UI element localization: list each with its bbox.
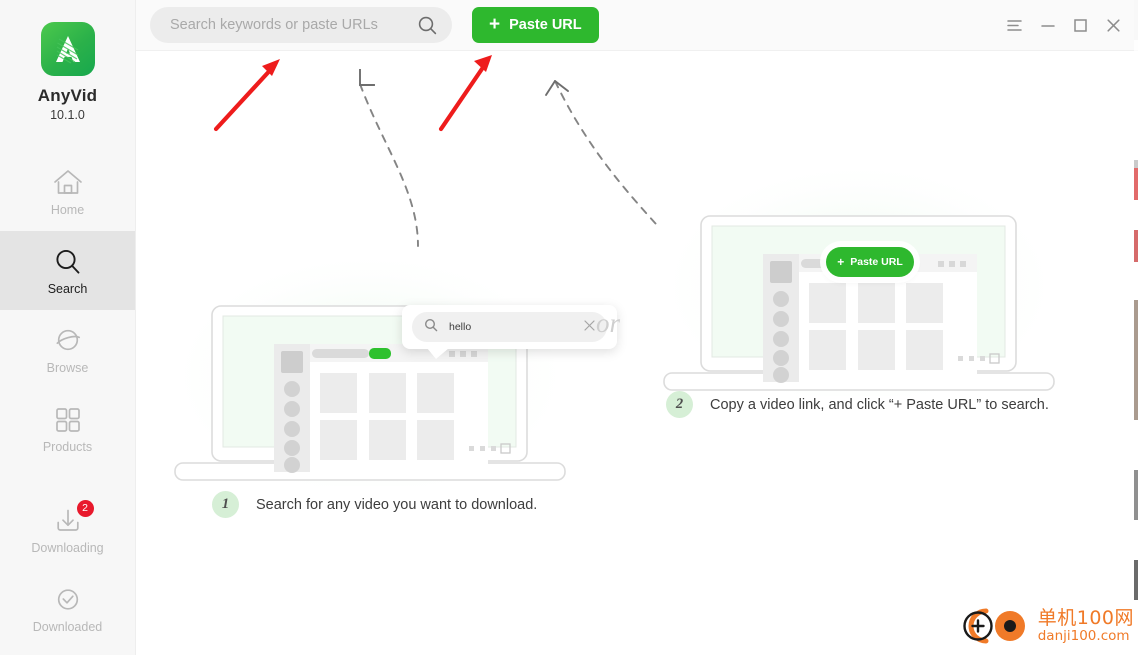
close-icon[interactable]: [584, 318, 595, 336]
search-popup: hello: [402, 305, 617, 359]
app-window: AnyVid 10.1.0 Home Search Browse Product…: [0, 0, 1138, 655]
sidebar-item-label: Downloading: [31, 541, 104, 555]
search-popup-query: hello: [449, 321, 472, 333]
plus-icon: +: [837, 255, 845, 269]
main-area: + Paste URL: [136, 0, 1138, 655]
divider-or: or: [596, 308, 621, 338]
step-two-illustration: + Paste URL: [659, 166, 1059, 402]
sidebar: AnyVid 10.1.0 Home Search Browse Product…: [0, 0, 136, 655]
sidebar-item-browse[interactable]: Browse: [0, 310, 135, 389]
onboarding-canvas: hello 1 Search for any video you want to…: [136, 51, 1138, 655]
step-badge: 2: [666, 391, 693, 418]
menu-icon[interactable]: [998, 6, 1031, 46]
search-box[interactable]: [150, 7, 452, 43]
popup-pointer: [427, 348, 449, 359]
paste-url-bubble[interactable]: + Paste URL: [826, 247, 914, 277]
watermark-cn: 单机100网: [1037, 606, 1134, 629]
step-badge: 1: [212, 491, 239, 518]
sidebar-item-label: Downloaded: [32, 620, 103, 634]
home-icon: [51, 166, 85, 200]
sidebar-item-home[interactable]: Home: [0, 152, 135, 231]
brand-name: AnyVid: [37, 86, 98, 105]
brand-version: 10.1.0: [50, 108, 85, 122]
close-icon[interactable]: [1097, 6, 1130, 46]
watermark-text: 单机100网 danji100.com: [1037, 606, 1134, 644]
watermark-logo-icon: [963, 608, 1025, 644]
step-one-illustration: hello: [170, 256, 617, 492]
sidebar-item-label: Home: [50, 203, 85, 217]
watermark-en: danji100.com: [1037, 627, 1130, 644]
paste-url-button-label: Paste URL: [509, 17, 582, 33]
red-arrow-paste: [438, 55, 492, 132]
sidebar-item-search[interactable]: Search: [0, 231, 135, 310]
sidebar-item-label: Search: [47, 282, 88, 296]
step-two-text: Copy a video link, and click “+ Paste UR…: [710, 396, 1049, 413]
downloading-badge: 2: [76, 500, 94, 517]
sidebar-item-products[interactable]: Products: [0, 389, 135, 468]
step-two-caption: 2 Copy a video link, and click “+ Paste …: [666, 391, 1049, 418]
search-input[interactable]: [170, 17, 416, 33]
watermark: 单机100网 danji100.com: [956, 603, 1134, 649]
maximize-icon[interactable]: [1064, 6, 1097, 46]
app-logo-icon: [40, 22, 95, 76]
sidebar-item-label: Browse: [46, 361, 89, 375]
plus-icon: +: [489, 13, 501, 35]
window-controls: [998, 0, 1130, 51]
sidebar-item-label: Products: [42, 440, 93, 454]
sidebar-item-downloaded[interactable]: Downloaded: [0, 569, 135, 648]
dashed-callout-right: [545, 80, 657, 225]
search-icon: [51, 245, 85, 279]
red-arrow-search: [213, 59, 280, 132]
paste-url-button[interactable]: + Paste URL: [472, 7, 599, 43]
check-circle-icon: [51, 583, 85, 617]
sidebar-item-downloading[interactable]: 2 Downloading: [0, 490, 135, 569]
search-icon: [424, 318, 438, 337]
download-icon: 2: [51, 500, 94, 538]
dashed-callout-left: [359, 69, 419, 247]
step-one-text: Search for any video you want to downloa…: [256, 496, 538, 513]
search-icon[interactable]: [416, 14, 438, 36]
sidebar-nav: Home Search Browse Products 2 Downloadin…: [0, 152, 135, 648]
background-window-edge: [1134, 0, 1138, 655]
paste-url-bubble-label: Paste URL: [850, 256, 903, 268]
brand-block: AnyVid 10.1.0: [0, 0, 135, 122]
search-popup-field[interactable]: hello: [412, 312, 607, 342]
step-one-caption: 1 Search for any video you want to downl…: [212, 491, 537, 518]
globe-icon: [51, 324, 85, 358]
minimize-icon[interactable]: [1031, 6, 1064, 46]
grid-icon: [51, 403, 85, 437]
top-toolbar: + Paste URL: [136, 0, 1138, 51]
